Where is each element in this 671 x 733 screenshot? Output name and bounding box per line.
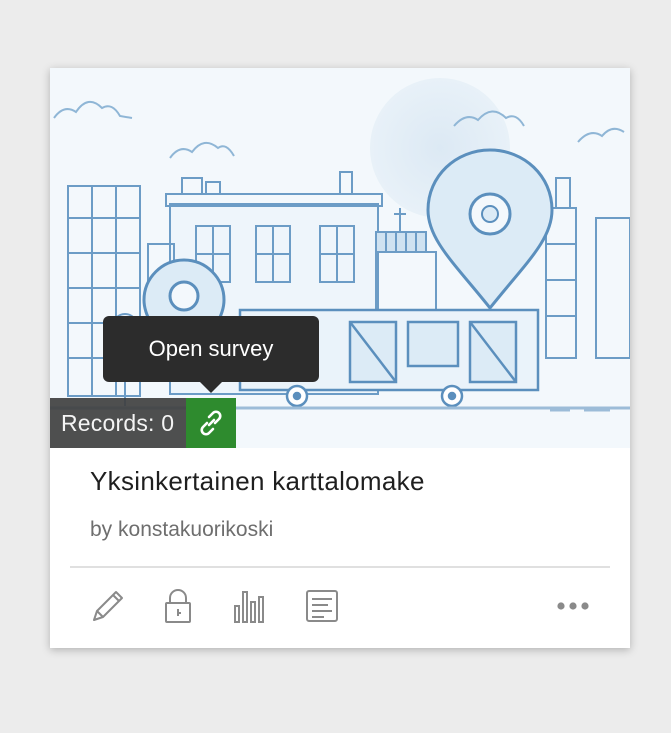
card-divider [70, 566, 610, 568]
data-button[interactable] [302, 586, 342, 626]
records-count-badge: Records: 0 [50, 398, 186, 448]
bar-chart-icon [234, 591, 264, 623]
analyze-button[interactable] [230, 586, 270, 626]
tooltip-arrow [200, 382, 222, 393]
survey-card: Open survey Records: 0 Yksinkertainen ka… [50, 68, 630, 648]
pencil-icon [93, 591, 123, 621]
survey-owner: by konstakuorikoski [90, 518, 274, 541]
link-icon [200, 410, 222, 436]
open-survey-link-button[interactable] [186, 398, 236, 448]
sharing-button[interactable] [158, 586, 198, 626]
open-survey-tooltip: Open survey [103, 316, 319, 382]
survey-thumbnail[interactable]: Open survey Records: 0 [50, 68, 630, 448]
edit-button[interactable] [88, 586, 128, 626]
more-icon [557, 602, 589, 610]
city-illustration [50, 78, 630, 412]
survey-title[interactable]: Yksinkertainen karttalomake [90, 466, 425, 497]
more-options-button[interactable] [554, 586, 594, 626]
lock-icon [165, 589, 191, 623]
document-icon [306, 590, 338, 622]
